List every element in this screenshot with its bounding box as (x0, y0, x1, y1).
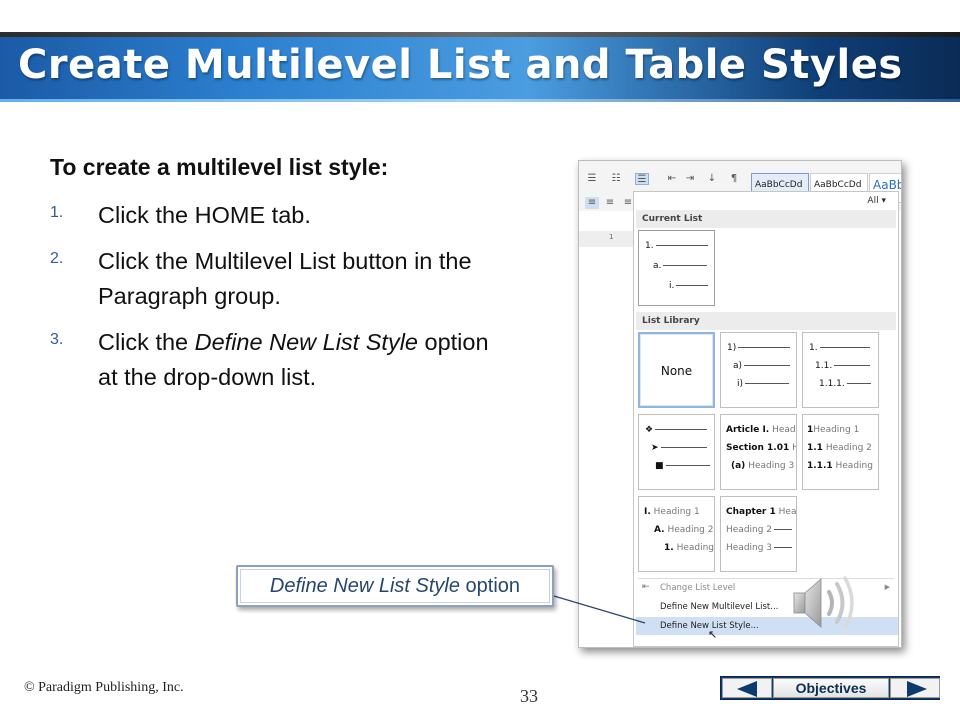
sort-icon[interactable]: ↓ (705, 173, 719, 185)
define-new-multilevel-list-item[interactable]: Define New Multilevel List... (660, 602, 778, 612)
step-text: Click the Multilevel List button in the … (98, 248, 472, 309)
level-label: Article I. (726, 425, 770, 435)
align-left-icon[interactable]: ≡ (585, 197, 599, 209)
list-none-option[interactable]: None (638, 332, 715, 408)
callout-text: option (460, 575, 521, 597)
step-number: 3. (50, 331, 64, 348)
step-2: 2. Click the Multilevel List button in t… (50, 244, 510, 314)
level-label: 1) (727, 343, 737, 353)
submenu-arrow-icon: ▶ (884, 583, 890, 591)
multilevel-list-icon[interactable]: ☰ (635, 173, 649, 185)
align-center-icon[interactable]: ≡ (603, 197, 617, 209)
current-list-option[interactable]: 1. a. i. (638, 230, 715, 306)
level-text: Heading 1 (813, 425, 860, 435)
level-text: Heading (835, 461, 873, 471)
page-number: 33 (520, 686, 538, 706)
level-label: Chapter 1 (726, 507, 776, 517)
step-text: Click the Define New List Style option a… (98, 325, 510, 395)
list-heading-roman-option[interactable]: I. Heading 1 A. Heading 2 1. Heading (638, 496, 715, 572)
list-paren-option[interactable]: 1) a) i) (720, 332, 797, 408)
filter-all-label: All (867, 196, 879, 206)
level-label: 1.1.1. (819, 379, 845, 389)
pilcrow-icon[interactable]: ¶ (727, 173, 741, 185)
level-label: 1. (664, 543, 674, 553)
level-label: 1.1 (807, 443, 823, 453)
level-text: H (792, 443, 796, 453)
chevron-down-icon: ▾ (881, 196, 886, 206)
level-text: Heading 2 (726, 525, 773, 535)
level-text: Heading 1 (653, 507, 700, 517)
nav-prev-arrow-icon (737, 681, 757, 697)
diamond-bullet-icon: ❖ (645, 425, 654, 435)
decrease-indent-icon[interactable]: ⇤ (665, 173, 679, 185)
level-text: Heading (676, 543, 715, 553)
callout-italic-text: Define New List Style (269, 575, 460, 597)
list-heading-numbered-option[interactable]: 1Heading 1 1.1 Heading 2 1.1.1 Heading (802, 414, 879, 490)
step-text-part: Click the (98, 329, 195, 355)
ruler: 1 (579, 231, 639, 247)
step-number: 1. (50, 204, 64, 221)
callout-define-new-list-style: Define New List Style option (236, 565, 554, 607)
list-decimal-option[interactable]: 1. 1.1. 1.1.1. (802, 332, 879, 408)
level-label: A. (654, 525, 665, 535)
navigation-bar: Objectives (720, 676, 940, 700)
list-chapter-option[interactable]: Chapter 1 Hea Heading 2 Heading 3 (720, 496, 797, 572)
objectives-button[interactable]: Objectives (773, 678, 889, 698)
step-3: 3. Click the Define New List Style optio… (50, 325, 510, 395)
previous-slide-button[interactable] (722, 678, 772, 698)
level-text: Head (772, 425, 796, 435)
change-level-icon: ⇤ (642, 582, 650, 592)
arrow-bullet-icon: ➤ (651, 443, 659, 453)
level-text: Hea (778, 507, 797, 517)
nav-next-arrow-icon (907, 681, 927, 697)
level-text: Heading 3 (726, 543, 773, 553)
step-1: 1. Click the HOME tab. (50, 198, 510, 233)
level-text: Heading 2 (825, 443, 872, 453)
multilevel-list-dropdown: All ▾ Current List 1. a. i. List Library… (633, 191, 899, 647)
level-label: 1. (809, 343, 818, 353)
instructions-heading: To create a multilevel list style: (50, 154, 389, 180)
level-label: I. (644, 507, 651, 517)
list-library-header: List Library (636, 312, 896, 330)
level-label: 1. (645, 241, 654, 251)
mouse-cursor-icon: ↖ (708, 628, 718, 641)
square-bullet-icon: ■ (655, 461, 664, 471)
bullets-icon[interactable]: ☰ (585, 173, 599, 185)
ruler-mark: 1 (609, 233, 614, 241)
speaker-icon[interactable] (791, 574, 859, 632)
filter-all-select[interactable]: All ▾ (867, 196, 886, 206)
level-label: i) (737, 379, 744, 389)
step-number: 2. (50, 250, 64, 267)
step-text-italic: Define New List Style (194, 329, 418, 355)
level-label: 1.1.1 (807, 461, 833, 471)
level-label: i. (669, 281, 675, 291)
copyright: © Paradigm Publishing, Inc. (24, 680, 184, 695)
list-bullets-option[interactable]: ❖ ➤ ■ (638, 414, 715, 490)
slide-title: Create Multilevel List and Table Styles (18, 42, 903, 88)
step-text: Click the HOME tab. (98, 202, 311, 228)
numbering-icon[interactable]: ☷ (609, 173, 623, 185)
level-text: Heading 3 (748, 461, 795, 471)
level-label: a) (733, 361, 743, 371)
change-list-level-item[interactable]: Change List Level (660, 583, 735, 593)
steps-list: 1. Click the HOME tab. 2. Click the Mult… (50, 198, 510, 406)
level-label: a. (653, 261, 662, 271)
level-label: 1.1. (815, 361, 833, 371)
level-label: Section 1.01 (726, 443, 790, 453)
current-list-header: Current List (636, 210, 896, 228)
increase-indent-icon[interactable]: ⇥ (683, 173, 697, 185)
none-label: None (660, 364, 693, 378)
level-label: (a) (731, 461, 746, 471)
list-article-option[interactable]: Article I. Head Section 1.01 H (a) Headi… (720, 414, 797, 490)
level-text: Heading 2 (667, 525, 714, 535)
document-area (579, 247, 639, 647)
next-slide-button[interactable] (890, 678, 940, 698)
